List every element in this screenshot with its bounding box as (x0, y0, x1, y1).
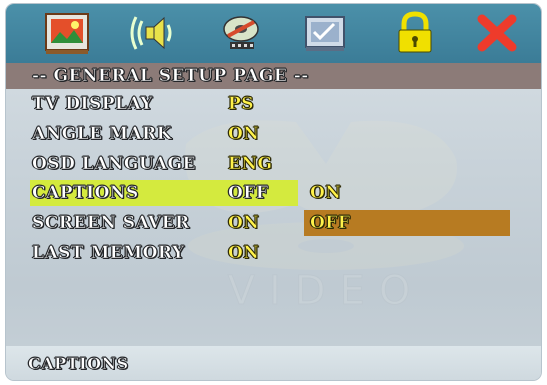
menu-item-label: CAPTIONS (32, 183, 139, 204)
menu-item-value: ON (228, 243, 260, 264)
menu-item-label: OSD LANGUAGE (32, 154, 196, 175)
menu-item-value: ENG (228, 154, 273, 175)
general-setup-icon[interactable] (40, 10, 94, 56)
menu-item-label: TV DISPLAY (32, 94, 153, 115)
preference-setup-icon[interactable] (298, 10, 352, 56)
submenu-option-label: ON (310, 183, 342, 204)
menu-item-tv-display[interactable]: TV DISPLAY PS (6, 91, 306, 117)
osd-screen: -- GENERAL SETUP PAGE -- VIDEO TV DISPLA… (6, 4, 541, 380)
status-text: CAPTIONS (28, 354, 129, 374)
menu-item-last-memory[interactable]: LAST MEMORY ON (6, 240, 306, 266)
menu-item-captions[interactable]: CAPTIONS OFF (30, 180, 298, 206)
menu-item-osd-language[interactable]: OSD LANGUAGE ENG (6, 151, 306, 177)
menu-item-label: ANGLE MARK (32, 124, 172, 145)
watermark-text: VIDEO (228, 268, 425, 314)
video-setup-icon[interactable] (214, 10, 268, 56)
menu-item-value: ON (228, 213, 260, 234)
page-title: -- GENERAL SETUP PAGE -- (32, 66, 309, 87)
menu-item-label: SCREEN SAVER (32, 213, 190, 234)
audio-setup-icon[interactable] (124, 10, 178, 56)
submenu-option-label: OFF (310, 213, 351, 234)
menu-item-value: ON (228, 124, 260, 145)
password-lock-icon[interactable] (388, 10, 442, 56)
menu-item-value: OFF (228, 183, 269, 204)
submenu-option-off[interactable]: OFF (304, 210, 510, 236)
menu-item-value: PS (228, 94, 255, 115)
submenu-option-on[interactable]: ON (304, 180, 510, 206)
menu-item-screen-saver[interactable]: SCREEN SAVER ON (6, 210, 306, 236)
setup-icon-bar (6, 4, 541, 63)
menu-item-label: LAST MEMORY (32, 243, 185, 264)
menu-item-angle-mark[interactable]: ANGLE MARK ON (6, 121, 306, 147)
exit-icon[interactable] (470, 10, 524, 56)
